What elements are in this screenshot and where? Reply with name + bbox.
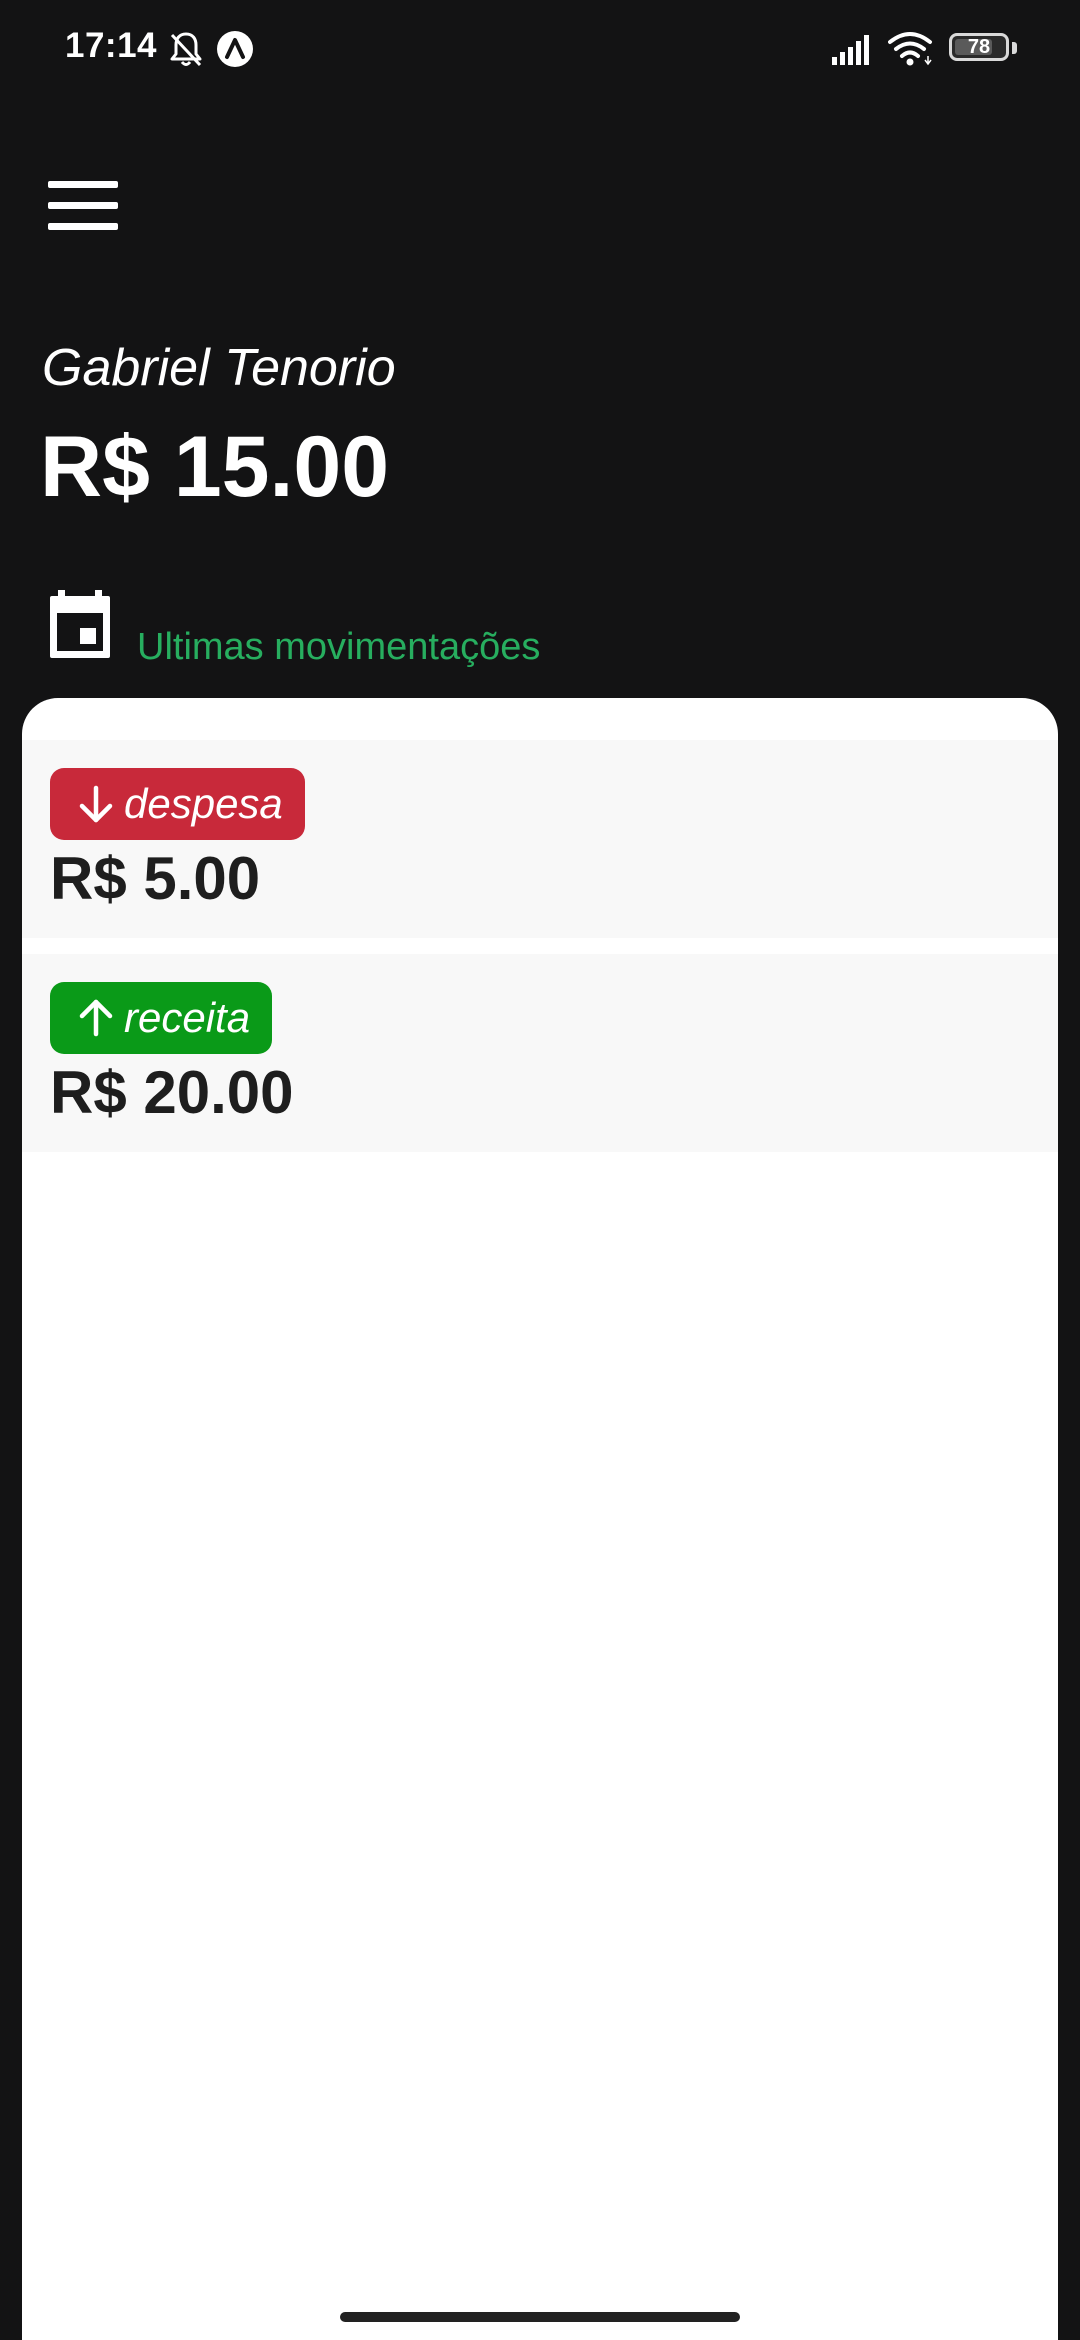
transaction-type-badge: receita: [50, 982, 273, 1054]
menu-icon-bar: [48, 223, 118, 230]
battery-level: 78: [967, 36, 991, 58]
transaction-type-label: despesa: [124, 780, 283, 827]
transaction-amount: R$ 5.00: [50, 845, 261, 912]
transaction-type-badge: despesa: [50, 768, 305, 840]
transaction-item[interactable]: receita R$ 20.00: [22, 954, 1058, 1152]
menu-icon-bar: [48, 181, 118, 188]
arrow-up-icon: [79, 999, 113, 1037]
user-name: Gabriel Tenorio: [42, 339, 396, 397]
app-notification-icon: [217, 31, 253, 67]
menu-button[interactable]: [40, 170, 125, 240]
signal-icon: [832, 35, 869, 65]
transactions-card: despesa R$ 5.00 receita R$ 20.00: [22, 698, 1058, 2340]
transaction-amount: R$ 20.00: [50, 1059, 294, 1126]
battery-icon: 78: [949, 33, 1009, 61]
battery-tip: [1012, 42, 1017, 54]
bell-muted-icon: [170, 32, 202, 67]
arrow-down-icon: [79, 785, 113, 823]
wifi-icon: [888, 32, 932, 66]
transaction-type-label: receita: [124, 994, 251, 1041]
calendar-icon: [50, 590, 110, 658]
home-indicator[interactable]: [340, 2312, 740, 2322]
menu-icon-bar: [48, 202, 118, 209]
transaction-item[interactable]: despesa R$ 5.00: [22, 740, 1058, 938]
status-time: 17:14: [65, 26, 158, 65]
section-title: Ultimas movimentações: [137, 626, 541, 668]
status-bar: 17:14 78: [0, 0, 1080, 100]
account-balance: R$ 15.00: [40, 419, 390, 515]
